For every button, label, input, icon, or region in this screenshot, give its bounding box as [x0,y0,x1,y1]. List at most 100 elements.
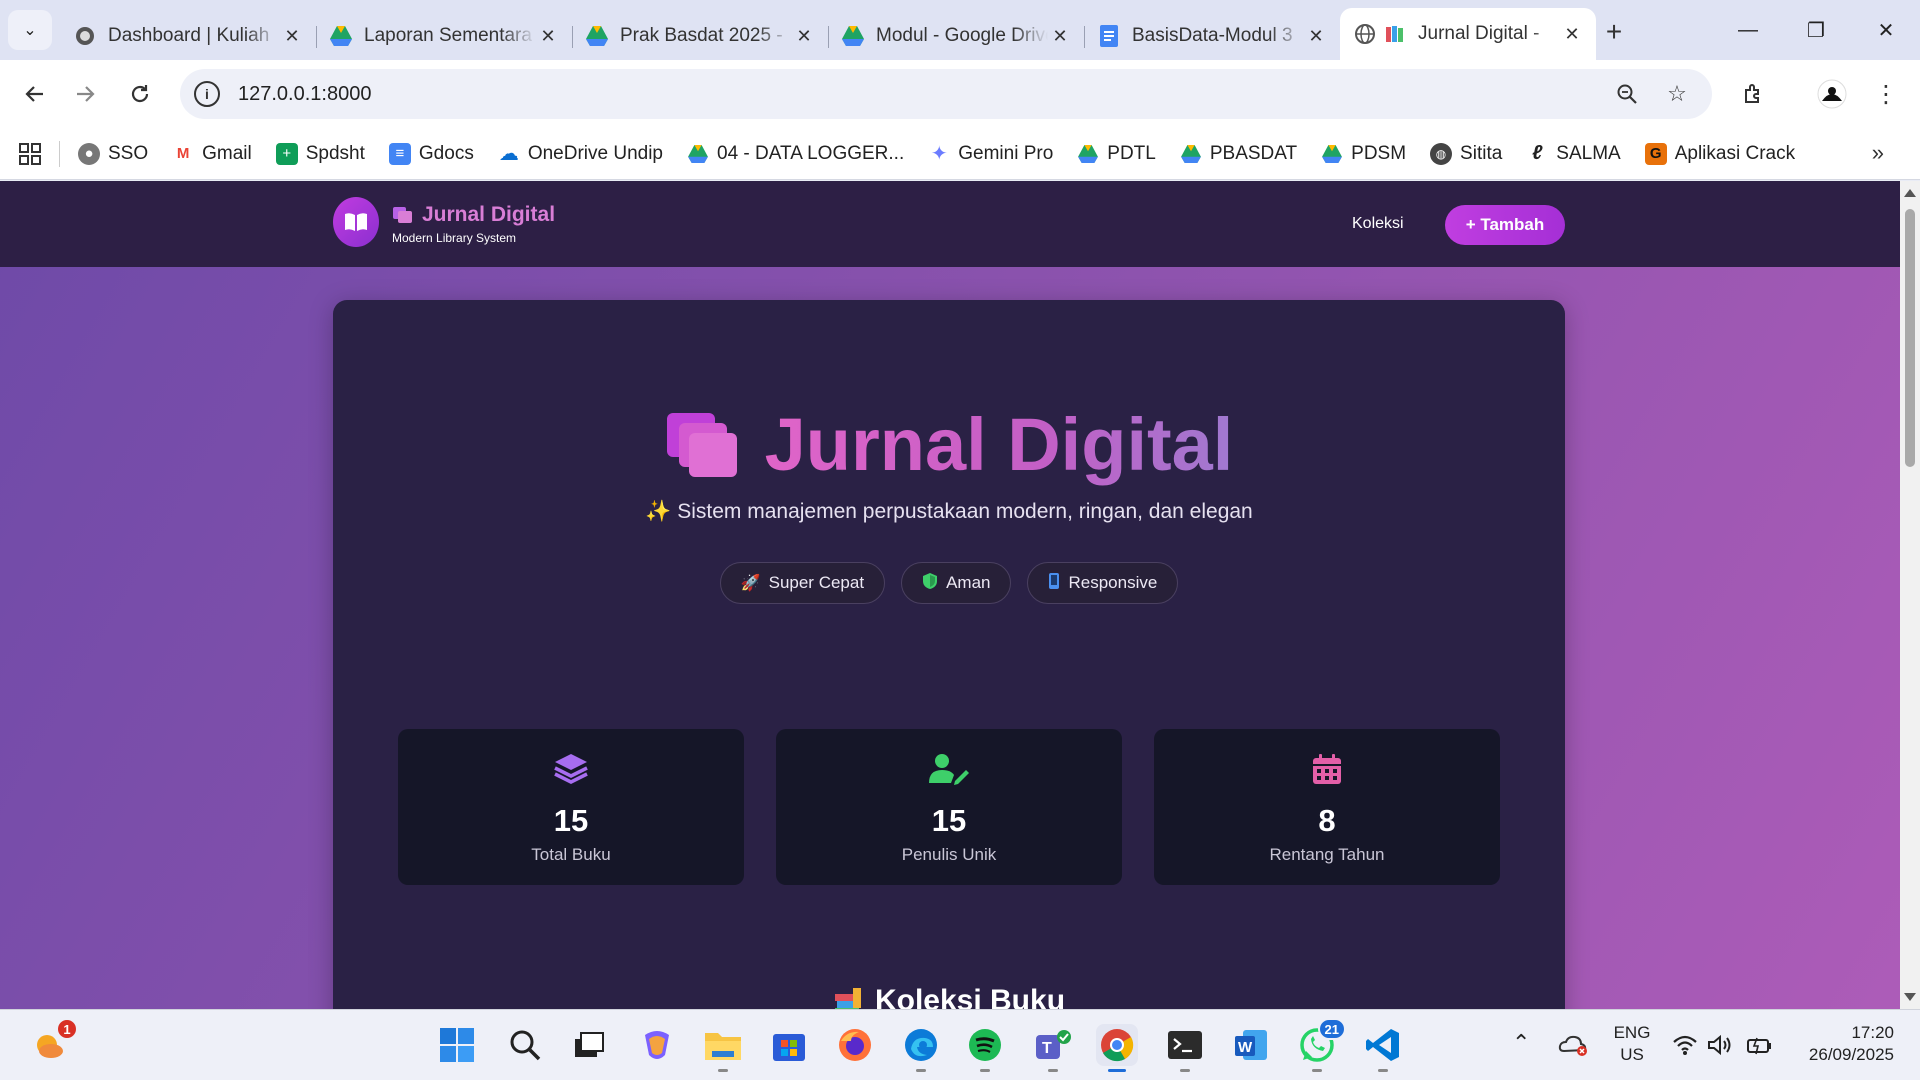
brand-title[interactable]: Jurnal Digital [392,203,555,227]
tab-basisdata-modul[interactable]: BasisData-Modul 3 ✕ [1084,14,1340,58]
tab-dashboard[interactable]: Dashboard | Kuliah ✕ [60,14,316,58]
address-bar[interactable]: i 127.0.0.1:8000 ☆ [180,69,1712,119]
copilot-button[interactable] [636,1024,678,1066]
bookmark-salma[interactable]: ℓ SALMA [1526,142,1621,165]
bookmark-label: SSO [108,142,149,164]
folder-icon [705,1033,741,1060]
spotify-button[interactable] [964,1024,1006,1072]
close-icon[interactable]: ✕ [1048,24,1072,48]
copilot-icon [645,1031,669,1059]
close-icon[interactable]: ✕ [536,24,560,48]
wifi-icon [1673,1035,1697,1055]
docs-icon: ≡ [388,142,411,165]
zoom-icon[interactable] [1612,79,1642,109]
books-icon [1384,23,1406,45]
start-button[interactable] [436,1024,478,1066]
hero-title-row: Jurnal Digital [333,402,1565,487]
vscode-button[interactable] [1362,1024,1404,1072]
profile-avatar[interactable] [1812,74,1852,114]
more-bookmarks-icon[interactable]: » [1872,140,1884,166]
stat-card-total-buku: 15 Total Buku [398,729,744,885]
tab-prak-basdat[interactable]: Prak Basdat 2025 - ✕ [572,14,828,58]
whatsapp-button[interactable]: 21 [1296,1018,1346,1072]
bookmark-data-logger[interactable]: 04 - DATA LOGGER... [687,143,904,165]
section-title-text: Koleksi Buku [874,984,1066,1009]
tab-jurnal-digital[interactable]: Jurnal Digital - ✕ [1340,8,1596,60]
search-button[interactable] [504,1024,546,1066]
bookmark-gemini[interactable]: ✦ Gemini Pro [928,143,1053,166]
forward-button[interactable] [66,74,106,114]
restore-button[interactable]: ❐ [1788,10,1844,50]
word-button[interactable]: W [1230,1024,1272,1066]
language-indicator[interactable]: ENG US [1608,1022,1656,1066]
wifi-tray[interactable] [1668,1024,1702,1066]
running-indicator [1378,1069,1388,1072]
menu-button[interactable]: ⋮ [1866,74,1906,114]
add-book-button[interactable]: + Tambah [1445,205,1565,245]
minimize-button[interactable]: — [1720,10,1776,50]
bookmark-pbasdat[interactable]: PBASDAT [1180,143,1297,165]
drive-icon [1077,143,1099,165]
bookmark-label: PDSM [1351,142,1407,164]
back-button[interactable] [14,74,54,114]
onedrive-tray[interactable] [1552,1024,1594,1066]
close-icon[interactable]: ✕ [1304,24,1328,48]
g-icon: G [1644,142,1667,165]
bookmark-pdsm[interactable]: PDSM [1321,143,1406,165]
apps-grid-icon[interactable] [0,140,60,167]
bookmark-aplikasi-crack[interactable]: G Aplikasi Crack [1644,142,1795,165]
reload-icon [131,85,149,103]
tab-title: Jurnal Digital - [1418,23,1540,44]
tab-search-button[interactable]: ⌄ [8,10,52,50]
chevron-up-icon[interactable]: ⌃ [1512,1032,1530,1054]
pill-responsive: Responsive [1027,562,1179,604]
new-tab-button[interactable]: + [1596,14,1632,50]
stat-label: Rentang Tahun [1269,845,1385,864]
bookmark-gdocs[interactable]: ≡ Gdocs [388,142,474,165]
running-indicator [1312,1069,1322,1072]
bookmark-gmail[interactable]: M Gmail [172,143,252,165]
close-icon[interactable]: ✕ [792,24,816,48]
scroll-thumb[interactable] [1905,209,1915,467]
volume-tray[interactable] [1704,1024,1738,1066]
bookmark-spdsht[interactable]: + Spdsht [275,142,365,165]
region-code: US [1620,1045,1644,1064]
clock[interactable]: 17:20 26/09/2025 [1784,1022,1894,1066]
chrome-button[interactable] [1096,1024,1138,1072]
terminal-button[interactable] [1164,1024,1206,1072]
star-icon[interactable]: ☆ [1662,79,1692,109]
stat-label: Total Buku [531,845,611,864]
running-indicator [718,1069,728,1072]
bookmark-pdtl[interactable]: PDTL [1077,143,1156,165]
bookmark-sitita[interactable]: ◍ Sitita [1430,142,1502,165]
edge-button[interactable] [900,1024,942,1072]
bookmark-onedrive[interactable]: ☁ OneDrive Undip [498,142,663,166]
nav-link-koleksi[interactable]: Koleksi [1352,215,1404,233]
close-icon[interactable]: ✕ [280,24,304,48]
task-view-button[interactable] [568,1024,610,1066]
extensions-button[interactable] [1734,74,1774,114]
close-icon[interactable]: ✕ [1560,22,1584,46]
reload-button[interactable] [120,74,160,114]
avatar-icon [1817,79,1847,109]
tab-laporan[interactable]: Laporan Sementara ✕ [316,14,572,58]
battery-tray[interactable] [1742,1024,1776,1066]
scroll-down-icon[interactable] [1904,993,1916,1001]
teams-button[interactable]: T [1032,1024,1074,1072]
store-button[interactable] [768,1024,810,1066]
firefox-button[interactable] [834,1024,876,1066]
info-icon[interactable]: i [194,81,220,107]
bookmark-sso[interactable]: ● SSO [78,142,149,165]
logo[interactable] [333,197,379,247]
section-title-koleksi: Koleksi Buku [333,984,1565,1009]
weather-widget[interactable]: 1 [28,1018,78,1066]
close-window-button[interactable]: ✕ [1858,10,1914,50]
page-scrollbar[interactable] [1900,181,1920,1009]
bookmark-label: OneDrive Undip [527,142,663,164]
sheets-icon: + [275,142,298,165]
tab-title: Prak Basdat 2025 - [620,25,783,46]
file-explorer-button[interactable] [702,1024,744,1072]
stat-value: 15 [553,803,589,838]
scroll-up-icon[interactable] [1904,189,1916,197]
tab-modul[interactable]: Modul - Google Drive ✕ [828,14,1084,58]
